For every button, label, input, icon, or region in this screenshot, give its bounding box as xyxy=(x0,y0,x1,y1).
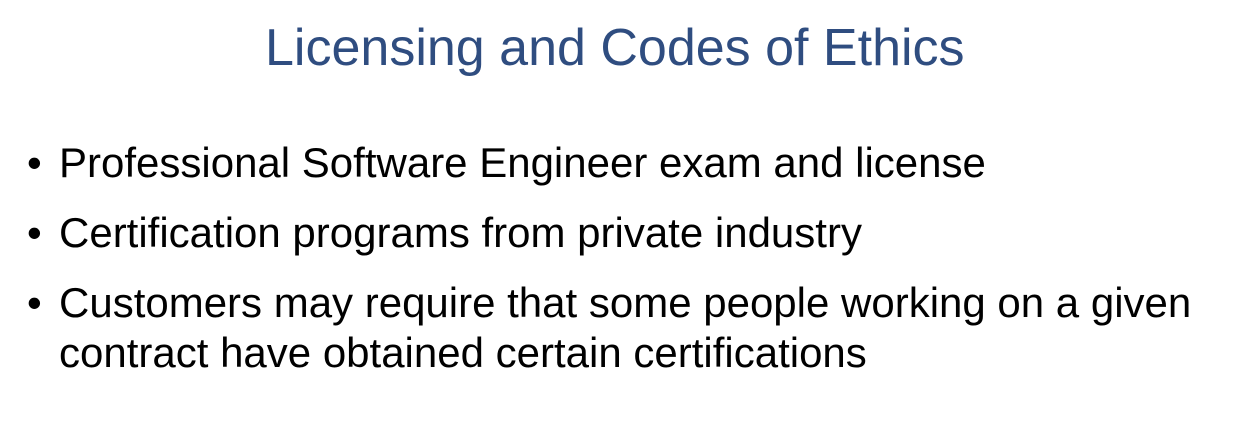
bullet-text: Professional Software Engineer exam and … xyxy=(59,139,986,186)
slide: Licensing and Codes of Ethics • Professi… xyxy=(0,0,1258,422)
slide-title: Licensing and Codes of Ethics xyxy=(265,19,965,77)
bullet-item: • Customers may require that some people… xyxy=(27,278,1247,378)
bullet-item: • Certification programs from private in… xyxy=(27,208,1247,258)
bullet-text: Customers may require that some people w… xyxy=(59,279,1192,376)
bullet-dot-icon: • xyxy=(27,279,42,326)
bullet-text: Certification programs from private indu… xyxy=(59,209,862,256)
bullet-list: • Professional Software Engineer exam an… xyxy=(27,138,1247,378)
bullet-item: • Professional Software Engineer exam an… xyxy=(27,138,1247,188)
bullet-dot-icon: • xyxy=(27,209,42,256)
bullet-dot-icon: • xyxy=(27,139,42,186)
